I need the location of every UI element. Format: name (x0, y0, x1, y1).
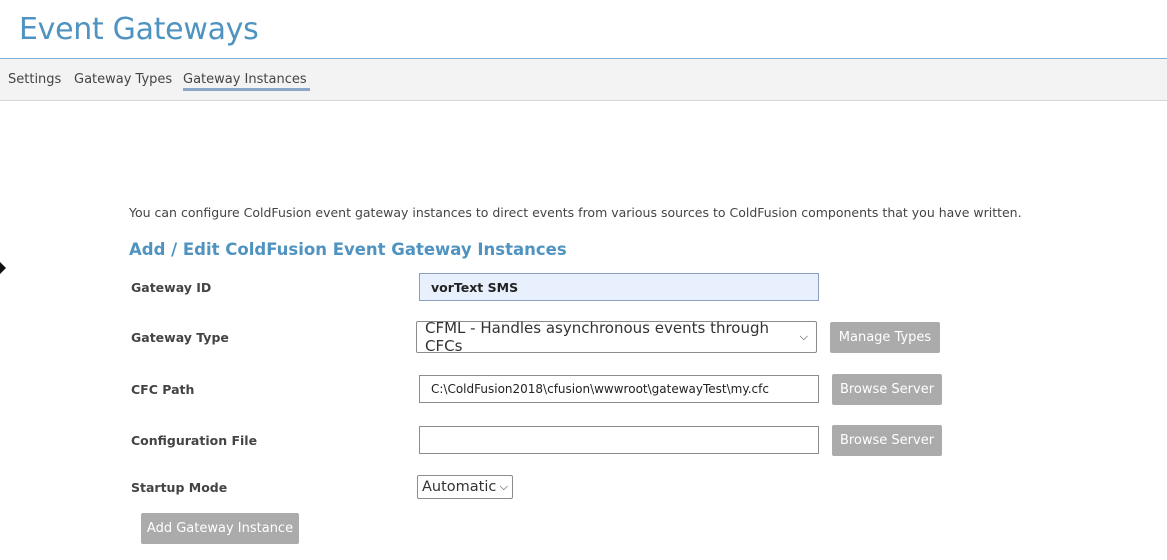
startup-mode-label: Startup Mode (131, 480, 228, 495)
chevron-down-icon: ⌵ (499, 480, 508, 493)
startup-mode-selected: Automatic (422, 479, 497, 495)
gateway-type-selected: CFML - Handles asynchronous events throu… (425, 319, 770, 355)
gateway-type-select[interactable]: CFML - Handles asynchronous events throu… (416, 319, 817, 355)
browse-server-cfc-button[interactable]: Browse Server (832, 374, 942, 405)
configuration-file-input[interactable] (419, 426, 819, 454)
section-title: Add / Edit ColdFusion Event Gateway Inst… (129, 240, 567, 259)
page-title: Event Gateways (19, 12, 259, 47)
add-gateway-instance-button[interactable]: Add Gateway Instance (141, 513, 299, 544)
intro-text: You can configure ColdFusion event gatew… (129, 205, 1022, 220)
gateway-type-label: Gateway Type (131, 330, 229, 345)
chevron-down-icon: ⌵ (799, 330, 808, 343)
tab-bar: Settings Gateway Types Gateway Instances (0, 58, 1167, 101)
cfc-path-input[interactable] (419, 375, 819, 403)
configuration-file-label: Configuration File (131, 433, 258, 448)
manage-types-button[interactable]: Manage Types (830, 322, 940, 353)
cfc-path-label: CFC Path (131, 382, 195, 397)
startup-mode-select[interactable]: Automatic ⌵ (417, 475, 513, 499)
collapse-arrow-icon[interactable] (0, 262, 6, 274)
gateway-id-label: Gateway ID (131, 280, 212, 295)
gateway-id-input[interactable] (419, 273, 819, 301)
tab-settings[interactable]: Settings (8, 72, 61, 87)
browse-server-config-button[interactable]: Browse Server (832, 425, 942, 456)
tab-gateway-instances[interactable]: Gateway Instances (183, 72, 307, 87)
tab-gateway-types[interactable]: Gateway Types (74, 72, 172, 87)
active-tab-indicator (183, 88, 310, 91)
